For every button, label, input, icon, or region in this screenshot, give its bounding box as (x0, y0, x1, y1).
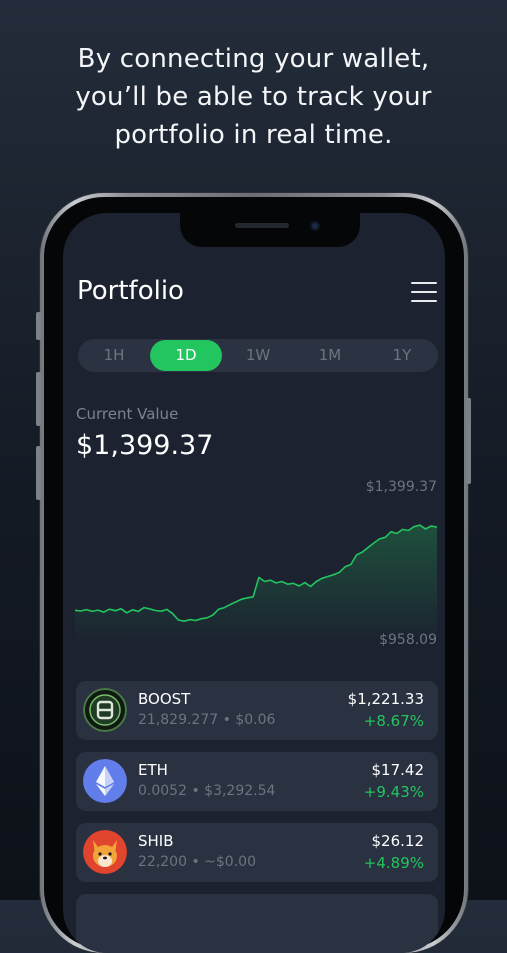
tab-1h[interactable]: 1H (78, 340, 150, 371)
tab-1d[interactable]: 1D (150, 340, 222, 371)
front-camera-icon (310, 221, 320, 231)
asset-price: $3,292.54 (204, 783, 276, 799)
asset-value: $26.12 (371, 832, 425, 850)
asset-value: $1,221.33 (347, 690, 424, 708)
asset-price: ~$0.00 (204, 854, 256, 870)
app-screen: Portfolio 1H 1D 1W 1M 1Y Current Value $… (63, 213, 445, 953)
phone-notch (180, 213, 360, 247)
asset-name: ETH (138, 761, 168, 779)
chart-max-label: $1,399.37 (365, 479, 437, 495)
asset-row-shib[interactable]: SHIB 22,200 • ~$0.00 $26.12 +4.89% (76, 823, 438, 882)
asset-amount: 0.0052 (138, 783, 187, 799)
phone-power-button (466, 398, 471, 484)
headline-line-3: portfolio in real time. (114, 120, 393, 150)
shiba-inu-icon (83, 830, 127, 874)
asset-row-eth[interactable]: ETH 0.0052 • $3,292.54 $17.42 +9.43% (76, 752, 438, 811)
asset-holdings: 22,200 • ~$0.00 (138, 854, 256, 870)
phone-volume-up (36, 372, 41, 426)
onboarding-headline: By connecting your wallet, you’ll be abl… (0, 40, 507, 154)
tab-1y[interactable]: 1Y (366, 340, 438, 371)
ethereum-icon (83, 759, 127, 803)
asset-row-boost[interactable]: BOOST 21,829.277 • $0.06 $1,221.33 +8.67… (76, 681, 438, 740)
speaker-grille (235, 223, 289, 228)
current-value-amount: $1,399.37 (76, 430, 214, 461)
asset-change: +8.67% (363, 712, 424, 730)
phone-silent-switch (36, 312, 41, 340)
asset-price: $0.06 (235, 712, 276, 728)
tab-1m[interactable]: 1M (294, 340, 366, 371)
tab-1w[interactable]: 1W (222, 340, 294, 371)
page-title: Portfolio (77, 276, 184, 306)
asset-holdings: 0.0052 • $3,292.54 (138, 783, 276, 799)
asset-amount: 21,829.277 (138, 712, 219, 728)
phone-volume-down (36, 446, 41, 500)
current-value-label: Current Value (76, 405, 179, 423)
hamburger-menu-icon[interactable] (411, 281, 437, 303)
boost-coin-icon (83, 688, 127, 732)
chart-area-fill (75, 525, 437, 643)
asset-holdings: 21,829.277 • $0.06 (138, 712, 276, 728)
asset-value: $17.42 (371, 761, 425, 779)
portfolio-chart (75, 524, 437, 643)
asset-name: BOOST (138, 690, 191, 708)
asset-row-partial[interactable] (76, 894, 438, 953)
asset-amount: 22,200 (138, 854, 187, 870)
headline-line-1: By connecting your wallet, (77, 44, 430, 74)
timeframe-tabs: 1H 1D 1W 1M 1Y (78, 339, 438, 372)
asset-change: +9.43% (363, 783, 424, 801)
asset-name: SHIB (138, 832, 174, 850)
asset-change: +4.89% (363, 854, 424, 872)
headline-line-2: you’ll be able to track your (75, 82, 432, 112)
